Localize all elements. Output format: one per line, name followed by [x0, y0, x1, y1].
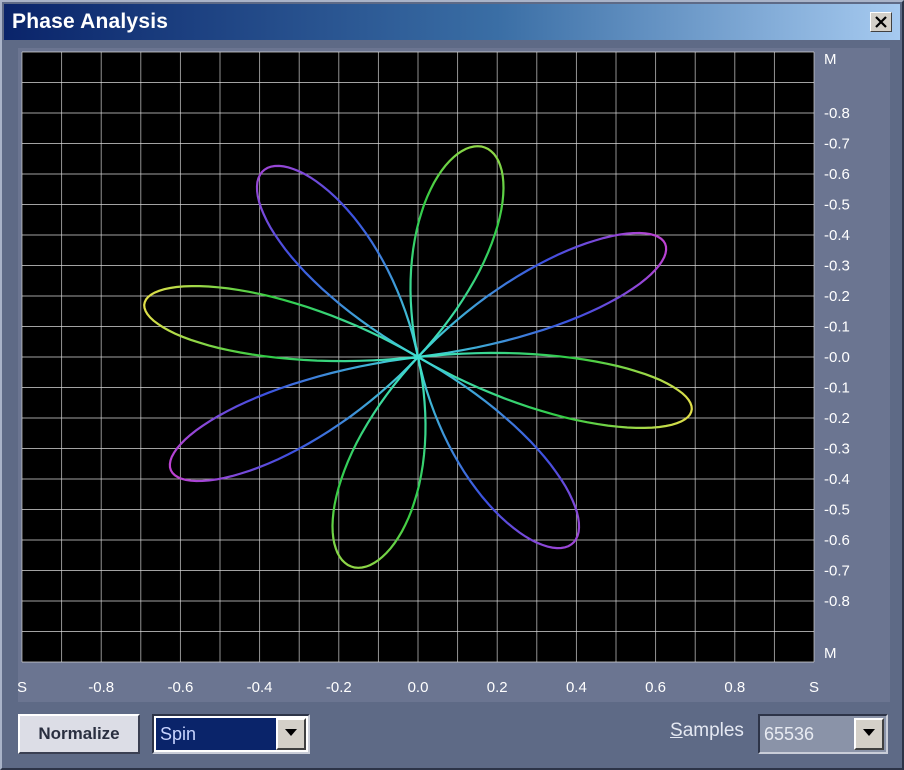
- x-tick-label: -0.6: [167, 679, 193, 696]
- x-tick-label: S: [809, 679, 819, 696]
- y-tick-label: -0.2: [824, 288, 850, 305]
- x-tick-label: 0.2: [487, 679, 508, 696]
- y-tick-label: -0.8: [824, 105, 850, 122]
- y-tick-label: -0.1: [824, 380, 850, 397]
- y-tick-label: -0.5: [824, 502, 850, 519]
- samples-value: 65536: [764, 724, 815, 744]
- y-tick-label: -0.3: [824, 441, 850, 458]
- x-tick-label: -0.8: [88, 679, 114, 696]
- y-tick-label: -0.4: [824, 227, 850, 244]
- title-bar[interactable]: Phase Analysis: [4, 4, 900, 40]
- y-tick-label: M: [824, 645, 837, 662]
- samples-select[interactable]: 65536: [758, 714, 888, 754]
- y-tick-label: -0.2: [824, 410, 850, 427]
- display-mode-value: Spin: [156, 718, 278, 750]
- y-tick-label: -0.8: [824, 593, 850, 610]
- samples-dropdown-button[interactable]: [854, 718, 884, 750]
- close-button[interactable]: [870, 12, 892, 32]
- y-tick-label: -0.7: [824, 136, 850, 153]
- window-title: Phase Analysis: [12, 10, 169, 33]
- samples-label: Samples: [670, 720, 744, 741]
- x-tick-label: 0.6: [645, 679, 666, 696]
- x-tick-label: -0.2: [326, 679, 352, 696]
- y-tick-label: -0.7: [824, 563, 850, 580]
- phase-analysis-window: Phase Analysis S -0.8 -0.6 -0.4 -0.2 0.0 0.2 0.…: [0, 0, 904, 770]
- display-mode-select[interactable]: Spin: [152, 714, 310, 754]
- y-tick-label: -0.6: [824, 532, 850, 549]
- x-tick-label: -0.4: [247, 679, 273, 696]
- close-icon: [875, 16, 887, 28]
- y-tick-label: -0.4: [824, 471, 850, 488]
- normalize-button[interactable]: Normalize: [18, 714, 140, 754]
- y-tick-label: M: [824, 51, 837, 68]
- chevron-down-icon: [285, 729, 297, 736]
- x-tick-label: 0.4: [566, 679, 587, 696]
- x-tick-label: 0.0: [408, 679, 429, 696]
- chevron-down-icon: [863, 729, 875, 736]
- y-tick-label: -0.3: [824, 258, 850, 275]
- y-tick-label: -0.6: [824, 166, 850, 183]
- y-tick-label: -0.0: [824, 349, 850, 366]
- y-tick-label: -0.5: [824, 197, 850, 214]
- x-tick-label: S: [18, 679, 27, 696]
- x-tick-label: 0.8: [724, 679, 745, 696]
- phase-plot-panel: S -0.8 -0.6 -0.4 -0.2 0.0 0.2 0.4 0.6 0.8 S M -0.8 -0…: [18, 48, 890, 702]
- display-mode-dropdown-button[interactable]: [276, 718, 306, 750]
- phase-plot: S -0.8 -0.6 -0.4 -0.2 0.0 0.2 0.4 0.6 0.8 SM-0.8-0…: [18, 51, 850, 696]
- y-tick-label: -0.1: [824, 319, 850, 336]
